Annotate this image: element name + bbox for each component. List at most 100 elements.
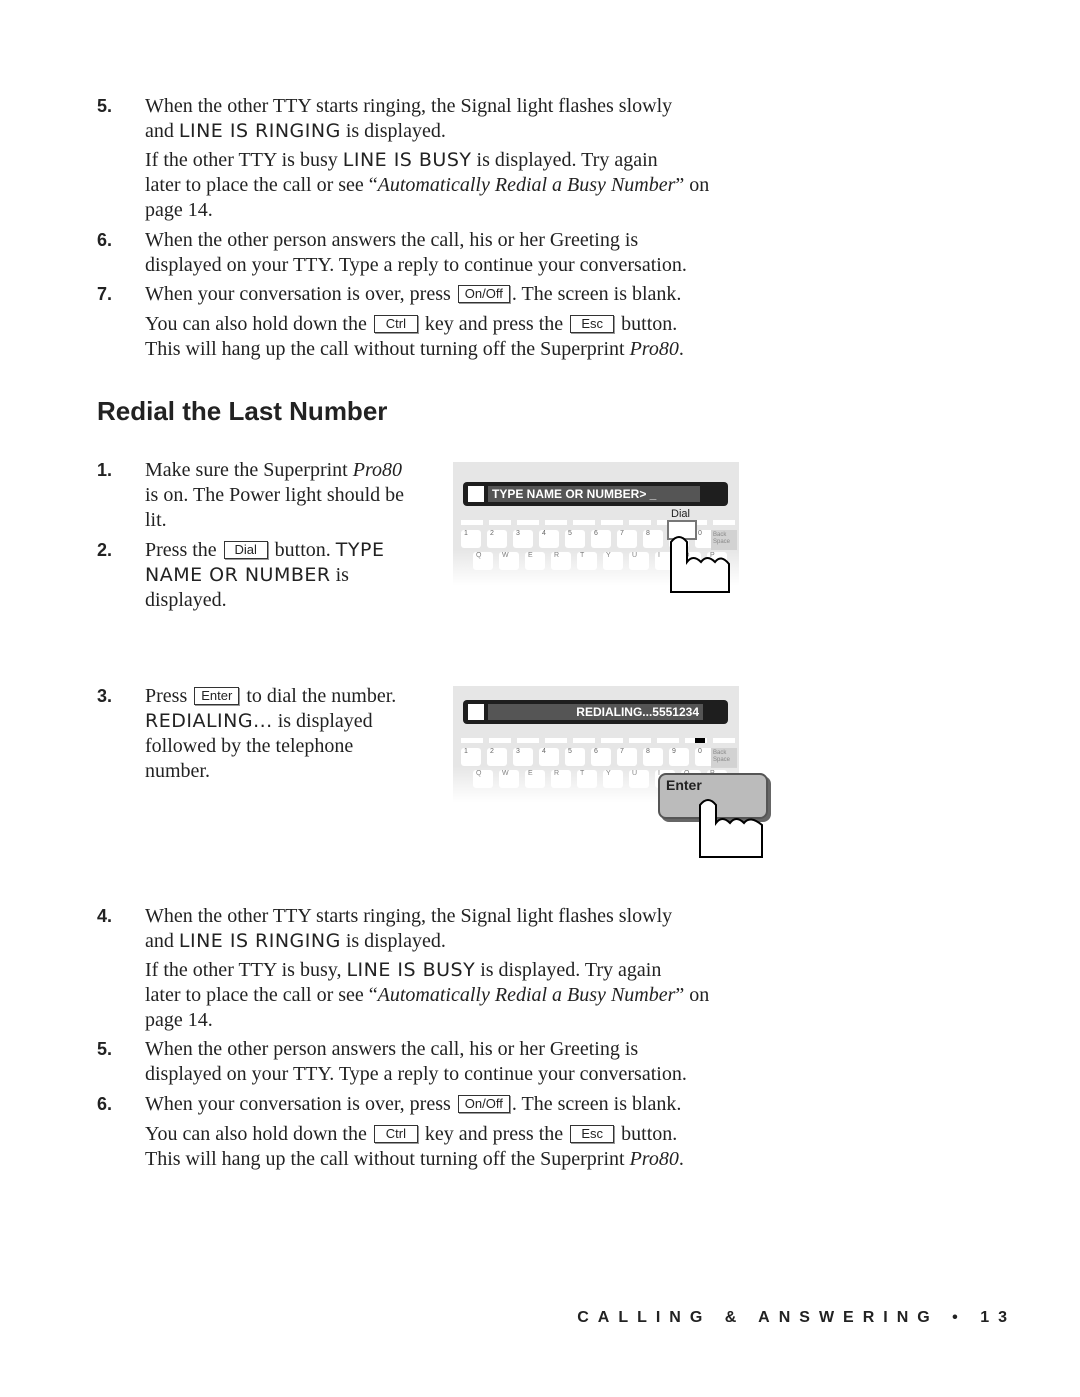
keyboard-key (517, 520, 539, 525)
step-number: 3. (97, 686, 113, 706)
keyboard-key (713, 520, 735, 525)
text: If the other TTY is busy, (145, 959, 347, 981)
text-line: page 14. (145, 198, 709, 223)
text-line: displayed. (145, 588, 384, 613)
step-text: Make sure the Superprint Pro80 is on. The… (145, 458, 404, 533)
keyboard-key: 9 (669, 748, 689, 766)
text-line: When the other person answers the call, … (145, 228, 687, 253)
function-key-row (461, 738, 763, 743)
text: . (678, 338, 684, 360)
keyboard-key (713, 738, 735, 743)
text: is on. The Power light should be (145, 484, 405, 506)
emphasis-text: Pro80 (352, 459, 402, 481)
display-message: REDIALING... (145, 710, 273, 732)
text-line: If the other TTY is busy, LINE IS BUSY i… (145, 958, 709, 983)
step-text: When your conversation is over, press On… (145, 1092, 681, 1117)
text: key and press the (419, 313, 569, 335)
emphasis-text: Automatically Redial a Busy Number (377, 174, 676, 196)
section-heading: Redial the Last Number (97, 396, 388, 426)
lcd-display: REDIALING...5551234 (463, 700, 728, 724)
keyboard-key (489, 520, 511, 525)
text-line: lit. (145, 508, 404, 533)
keyboard-key (741, 520, 763, 525)
keyboard-key: 2 (487, 530, 507, 548)
text: ” on (675, 174, 710, 196)
text: Press (145, 685, 193, 707)
backspace-key: Back Space (711, 748, 737, 768)
key-glyph: On/Off (457, 285, 510, 303)
text: is displayed (272, 710, 373, 732)
text: Press the (145, 539, 222, 561)
text-line: page 14. (145, 1008, 709, 1033)
step-text: You can also hold down the Ctrl key and … (145, 1122, 684, 1172)
pointing-hand-icon (699, 799, 763, 858)
step-text: When the other person answers the call, … (145, 1037, 687, 1087)
keyboard-key (489, 738, 511, 743)
keyboard-key (545, 520, 567, 525)
text: . (678, 1148, 684, 1170)
enter-key-label: Enter (666, 777, 702, 793)
display-message: LINE IS BUSY (346, 959, 476, 981)
display-message: LINE IS RINGING (178, 930, 341, 952)
text: followed by the telephone (145, 735, 354, 757)
text-line: displayed on your TTY. Type a reply to c… (145, 1062, 687, 1087)
text: . The screen is blank. (511, 283, 682, 305)
text: ” on (675, 984, 710, 1006)
key-glyph: On/Off (457, 1095, 510, 1113)
text-line: displayed on your TTY. Type a reply to c… (145, 253, 687, 278)
keyboard-key (573, 520, 595, 525)
text-line: When your conversation is over, press On… (145, 1092, 681, 1117)
text: This will hang up the call without turni… (145, 338, 630, 360)
text: When the other TTY starts ringing, the S… (145, 95, 673, 117)
keyboard-key: 6 (591, 748, 611, 766)
key-glyph: Dial (223, 541, 268, 559)
step-text: Press Enter to dial the number. REDIALING… (145, 684, 396, 784)
text: You can also hold down the (145, 1123, 372, 1145)
keyboard-key: 6 (591, 530, 611, 548)
step-text: If the other TTY is busy, LINE IS BUSY i… (145, 958, 709, 1033)
text: to dial the number. (241, 685, 397, 707)
text: This will hang up the call without turni… (145, 1148, 630, 1170)
text-line: and LINE IS RINGING is displayed. (145, 929, 672, 954)
keyboard-key (629, 738, 651, 743)
key-glyph: Esc (570, 1125, 615, 1143)
step-number: 1. (97, 460, 113, 480)
emphasis-text: Automatically Redial a Busy Number (377, 984, 676, 1006)
page-footer: CALLING & ANSWERING • 13 (577, 1309, 1016, 1326)
keyboard-key (601, 520, 623, 525)
keyboard-illustration-dial: TYPE NAME OR NUMBER> _ 1234567890 QWERTY… (453, 462, 763, 594)
text: lit. (145, 509, 167, 531)
step-number: 5. (97, 96, 113, 116)
step-number: 5. (97, 1039, 113, 1059)
key-glyph: Ctrl (373, 1125, 418, 1143)
keyboard-key (741, 738, 763, 743)
step-number: 2. (97, 540, 113, 560)
step-text: When the other TTY starts ringing, the S… (145, 904, 672, 954)
text: button. (616, 313, 678, 335)
text: page 14. (145, 1009, 213, 1031)
step-text: When your conversation is over, press On… (145, 282, 681, 307)
text: is displayed. (340, 120, 446, 142)
keyboard-key: 1 (461, 530, 481, 548)
step-text: Press the Dial button. TYPE NAME OR NUMBE… (145, 538, 384, 613)
text: When the other TTY starts ringing, the S… (145, 905, 673, 927)
function-key-row (461, 520, 763, 525)
text-line: later to place the call or see “Automati… (145, 173, 709, 198)
lcd-indicator (468, 486, 484, 502)
keyboard-key: 4 (539, 748, 559, 766)
display-message: NAME OR NUMBER (145, 564, 331, 586)
text: Make sure the Superprint (145, 459, 353, 481)
text-line: number. (145, 759, 396, 784)
text: later to place the call or see “ (145, 984, 378, 1006)
text-line: When the other person answers the call, … (145, 1037, 687, 1062)
step-text: You can also hold down the Ctrl key and … (145, 312, 684, 362)
manual-page: 5. When the other TTY starts ringing, the… (0, 0, 1080, 1397)
keyboard-key: 5 (565, 748, 585, 766)
keyboard-key (657, 738, 679, 743)
text: button. (269, 539, 336, 561)
text: key and press the (419, 1123, 569, 1145)
keyboard-key: 7 (617, 530, 637, 548)
emphasis-text: Pro80 (629, 338, 679, 360)
pointing-hand-icon (670, 536, 730, 593)
text-line: Make sure the Superprint Pro80 (145, 458, 404, 483)
